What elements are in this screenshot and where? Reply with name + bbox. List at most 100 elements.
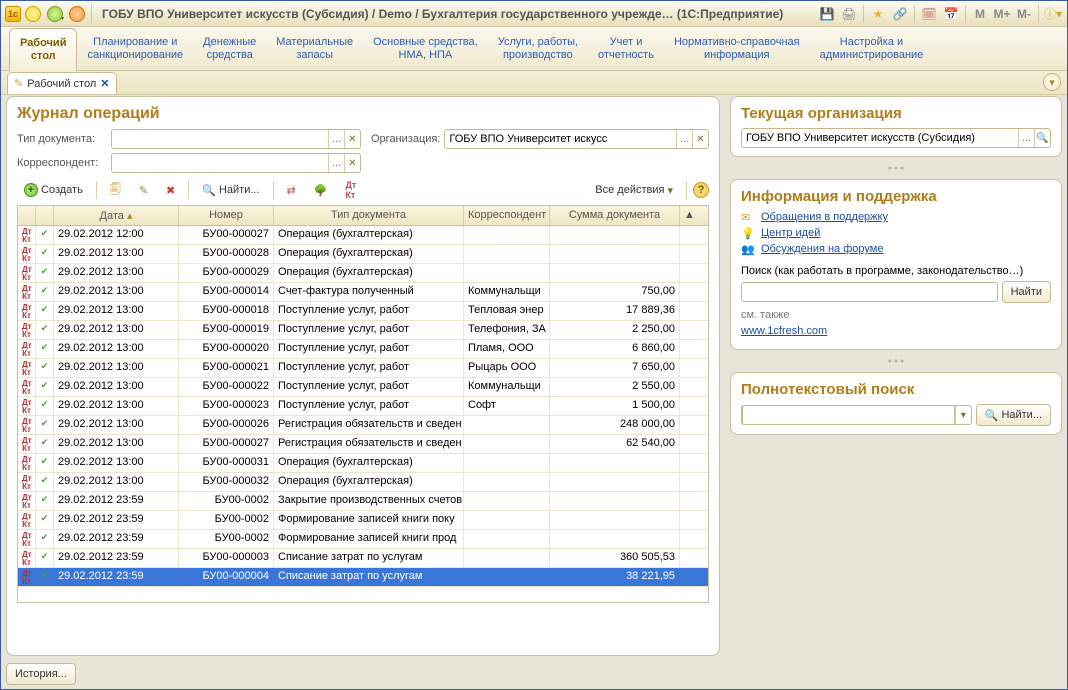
table-row[interactable]: ДтКт✔29.02.2012 23:59БУ00-0002Формирован… — [18, 530, 708, 549]
bulb-icon: 💡 — [741, 227, 755, 239]
window-close-icon[interactable] — [67, 4, 87, 24]
col-sum[interactable]: Сумма документа — [550, 206, 680, 225]
org-input[interactable] — [445, 130, 676, 148]
link-1cfresh[interactable]: www.1cfresh.com — [741, 325, 827, 337]
all-actions-button[interactable]: Все действия ▾ — [588, 179, 680, 201]
table-row[interactable]: ДтКт✔29.02.2012 23:59БУ00-000004Списание… — [18, 568, 708, 587]
open-icon[interactable]: 🔍 — [1034, 129, 1050, 147]
korr-input[interactable] — [112, 154, 328, 172]
create-button[interactable]: + Создать — [17, 179, 90, 201]
tab-desktop[interactable]: ✎ Рабочий стол ✕ — [7, 72, 117, 94]
ellipsis-icon[interactable]: … — [328, 130, 344, 148]
nav-item-assets[interactable]: Основные средства,НМА, НПА — [363, 27, 488, 70]
delete-button[interactable]: ✖ — [159, 179, 182, 201]
cell-number: БУ00-000029 — [179, 264, 274, 282]
edit-button[interactable]: ✎ — [132, 179, 155, 201]
doc-type-input[interactable] — [112, 130, 328, 148]
memory-m-button[interactable]: M — [970, 4, 990, 24]
cell-sum — [550, 245, 680, 263]
table-row[interactable]: ДтКт✔29.02.2012 13:00БУ00-000026Регистра… — [18, 416, 708, 435]
table-row[interactable]: ДтКт✔29.02.2012 12:00БУ00-000027Операция… — [18, 226, 708, 245]
link-support[interactable]: Обращения в поддержку — [761, 211, 888, 223]
current-org-combo[interactable]: … 🔍 — [741, 128, 1051, 148]
table-row[interactable]: ДтКт✔29.02.2012 13:00БУ00-000021Поступле… — [18, 359, 708, 378]
table-row[interactable]: ДтКт✔29.02.2012 13:00БУ00-000028Операция… — [18, 245, 708, 264]
calculator-icon[interactable]: 🗓 — [919, 4, 939, 24]
nav-item-settings[interactable]: Настройка иадминистрирование — [810, 27, 934, 70]
ellipsis-icon[interactable]: … — [676, 130, 692, 148]
table-row[interactable]: ДтКт✔29.02.2012 13:00БУ00-000019Поступле… — [18, 321, 708, 340]
nav-item-materials[interactable]: Материальныезапасы — [266, 27, 363, 70]
table-row[interactable]: ДтКт✔29.02.2012 13:00БУ00-000020Поступле… — [18, 340, 708, 359]
chevron-down-icon[interactable]: ▾ — [955, 406, 971, 424]
ellipsis-icon[interactable]: … — [1018, 129, 1034, 147]
link-icon[interactable]: 🔗 — [890, 4, 910, 24]
table-row[interactable]: ДтКт✔29.02.2012 23:59БУ00-0002Формирован… — [18, 511, 708, 530]
favorite-icon[interactable]: ★ — [868, 4, 888, 24]
col-korr[interactable]: Корреспондент — [464, 206, 550, 225]
help-icon[interactable]: ? — [693, 182, 709, 198]
table-row[interactable]: ДтКт✔29.02.2012 23:59БУ00-000003Списание… — [18, 549, 708, 568]
history-button[interactable]: История... — [6, 663, 76, 685]
cell-date: 29.02.2012 23:59 — [54, 568, 179, 586]
info-icon[interactable]: ⓘ▾ — [1043, 4, 1063, 24]
nav-item-desktop[interactable]: Рабочий стол — [9, 28, 77, 71]
save-icon[interactable]: 💾 — [817, 4, 837, 24]
print-icon[interactable]: 🖨 — [839, 4, 859, 24]
cell-korr: Тепловая энер — [464, 302, 550, 320]
cell-sum — [550, 530, 680, 548]
dtkt-button[interactable]: ДтКт — [338, 179, 363, 201]
grid-body[interactable]: ДтКт✔29.02.2012 12:00БУ00-000027Операция… — [18, 226, 708, 602]
panel-splitter[interactable]: ● ● ● — [730, 358, 1062, 364]
window-maximize-icon[interactable] — [45, 4, 65, 24]
find-button[interactable]: 🔍 Найти... — [195, 179, 266, 201]
window-minimize-icon[interactable] — [23, 4, 43, 24]
clear-icon[interactable]: ✕ — [344, 130, 360, 148]
col-doctype[interactable]: Тип документа — [274, 206, 464, 225]
table-row[interactable]: ДтКт✔29.02.2012 13:00БУ00-000023Поступле… — [18, 397, 708, 416]
ellipsis-icon[interactable]: … — [328, 154, 344, 172]
nav-item-reference[interactable]: Нормативно-справочнаяинформация — [664, 27, 810, 70]
doc-type-combo[interactable]: … ✕ — [111, 129, 361, 149]
tab-close-icon[interactable]: ✕ — [100, 77, 109, 90]
cell-sum: 38 221,95 — [550, 568, 680, 586]
nav-item-reports[interactable]: Учет иотчетность — [588, 27, 664, 70]
fulltext-find-button[interactable]: 🔍 Найти... — [976, 404, 1051, 426]
clear-icon[interactable]: ✕ — [344, 154, 360, 172]
nav-item-money[interactable]: Денежныесредства — [193, 27, 266, 70]
tree-button[interactable]: 🌳 — [307, 179, 335, 201]
korr-combo[interactable]: … ✕ — [111, 153, 361, 173]
cell-sum — [550, 264, 680, 282]
table-row[interactable]: ДтКт✔29.02.2012 13:00БУ00-000027Регистра… — [18, 435, 708, 454]
memory-mplus-button[interactable]: M+ — [992, 4, 1012, 24]
nav-item-planning[interactable]: Планирование исанкционирование — [77, 27, 193, 70]
table-row[interactable]: ДтКт✔29.02.2012 13:00БУ00-000022Поступле… — [18, 378, 708, 397]
info-find-button[interactable]: Найти — [1002, 281, 1051, 303]
table-row[interactable]: ДтКт✔29.02.2012 13:00БУ00-000029Операция… — [18, 264, 708, 283]
link-ideas[interactable]: Центр идей — [761, 227, 820, 239]
cell-number: БУ00-000031 — [179, 454, 274, 472]
calendar-icon[interactable]: 📅 — [941, 4, 961, 24]
clear-icon[interactable]: ✕ — [692, 130, 708, 148]
fulltext-input[interactable] — [742, 405, 955, 425]
fulltext-combo[interactable]: ▾ — [741, 405, 972, 425]
info-search-input[interactable] — [741, 282, 998, 302]
col-number[interactable]: Номер — [179, 206, 274, 225]
org-combo[interactable]: … ✕ — [444, 129, 709, 149]
panel-splitter[interactable]: ● ● ● — [730, 165, 1062, 171]
table-row[interactable]: ДтКт✔29.02.2012 13:00БУ00-000018Поступле… — [18, 302, 708, 321]
link-forum[interactable]: Обсуждения на форуме — [761, 243, 883, 255]
cell-korr — [464, 416, 550, 434]
swap-button[interactable]: ⇄ — [280, 179, 303, 201]
col-date[interactable]: Дата ▴ — [54, 206, 179, 225]
current-org-input[interactable] — [742, 129, 1018, 147]
expand-panels-icon[interactable]: ▾ — [1043, 73, 1061, 91]
memory-mminus-button[interactable]: M- — [1014, 4, 1034, 24]
nav-item-services[interactable]: Услуги, работы,производство — [488, 27, 588, 70]
table-row[interactable]: ДтКт✔29.02.2012 23:59БУ00-0002Закрытие п… — [18, 492, 708, 511]
table-row[interactable]: ДтКт✔29.02.2012 13:00БУ00-000031Операция… — [18, 454, 708, 473]
table-row[interactable]: ДтКт✔29.02.2012 13:00БУ00-000032Операция… — [18, 473, 708, 492]
table-row[interactable]: ДтКт✔29.02.2012 13:00БУ00-000014Счет-фак… — [18, 283, 708, 302]
cell-number: БУ00-0002 — [179, 511, 274, 529]
copy-button[interactable]: 🗐 — [103, 179, 128, 201]
